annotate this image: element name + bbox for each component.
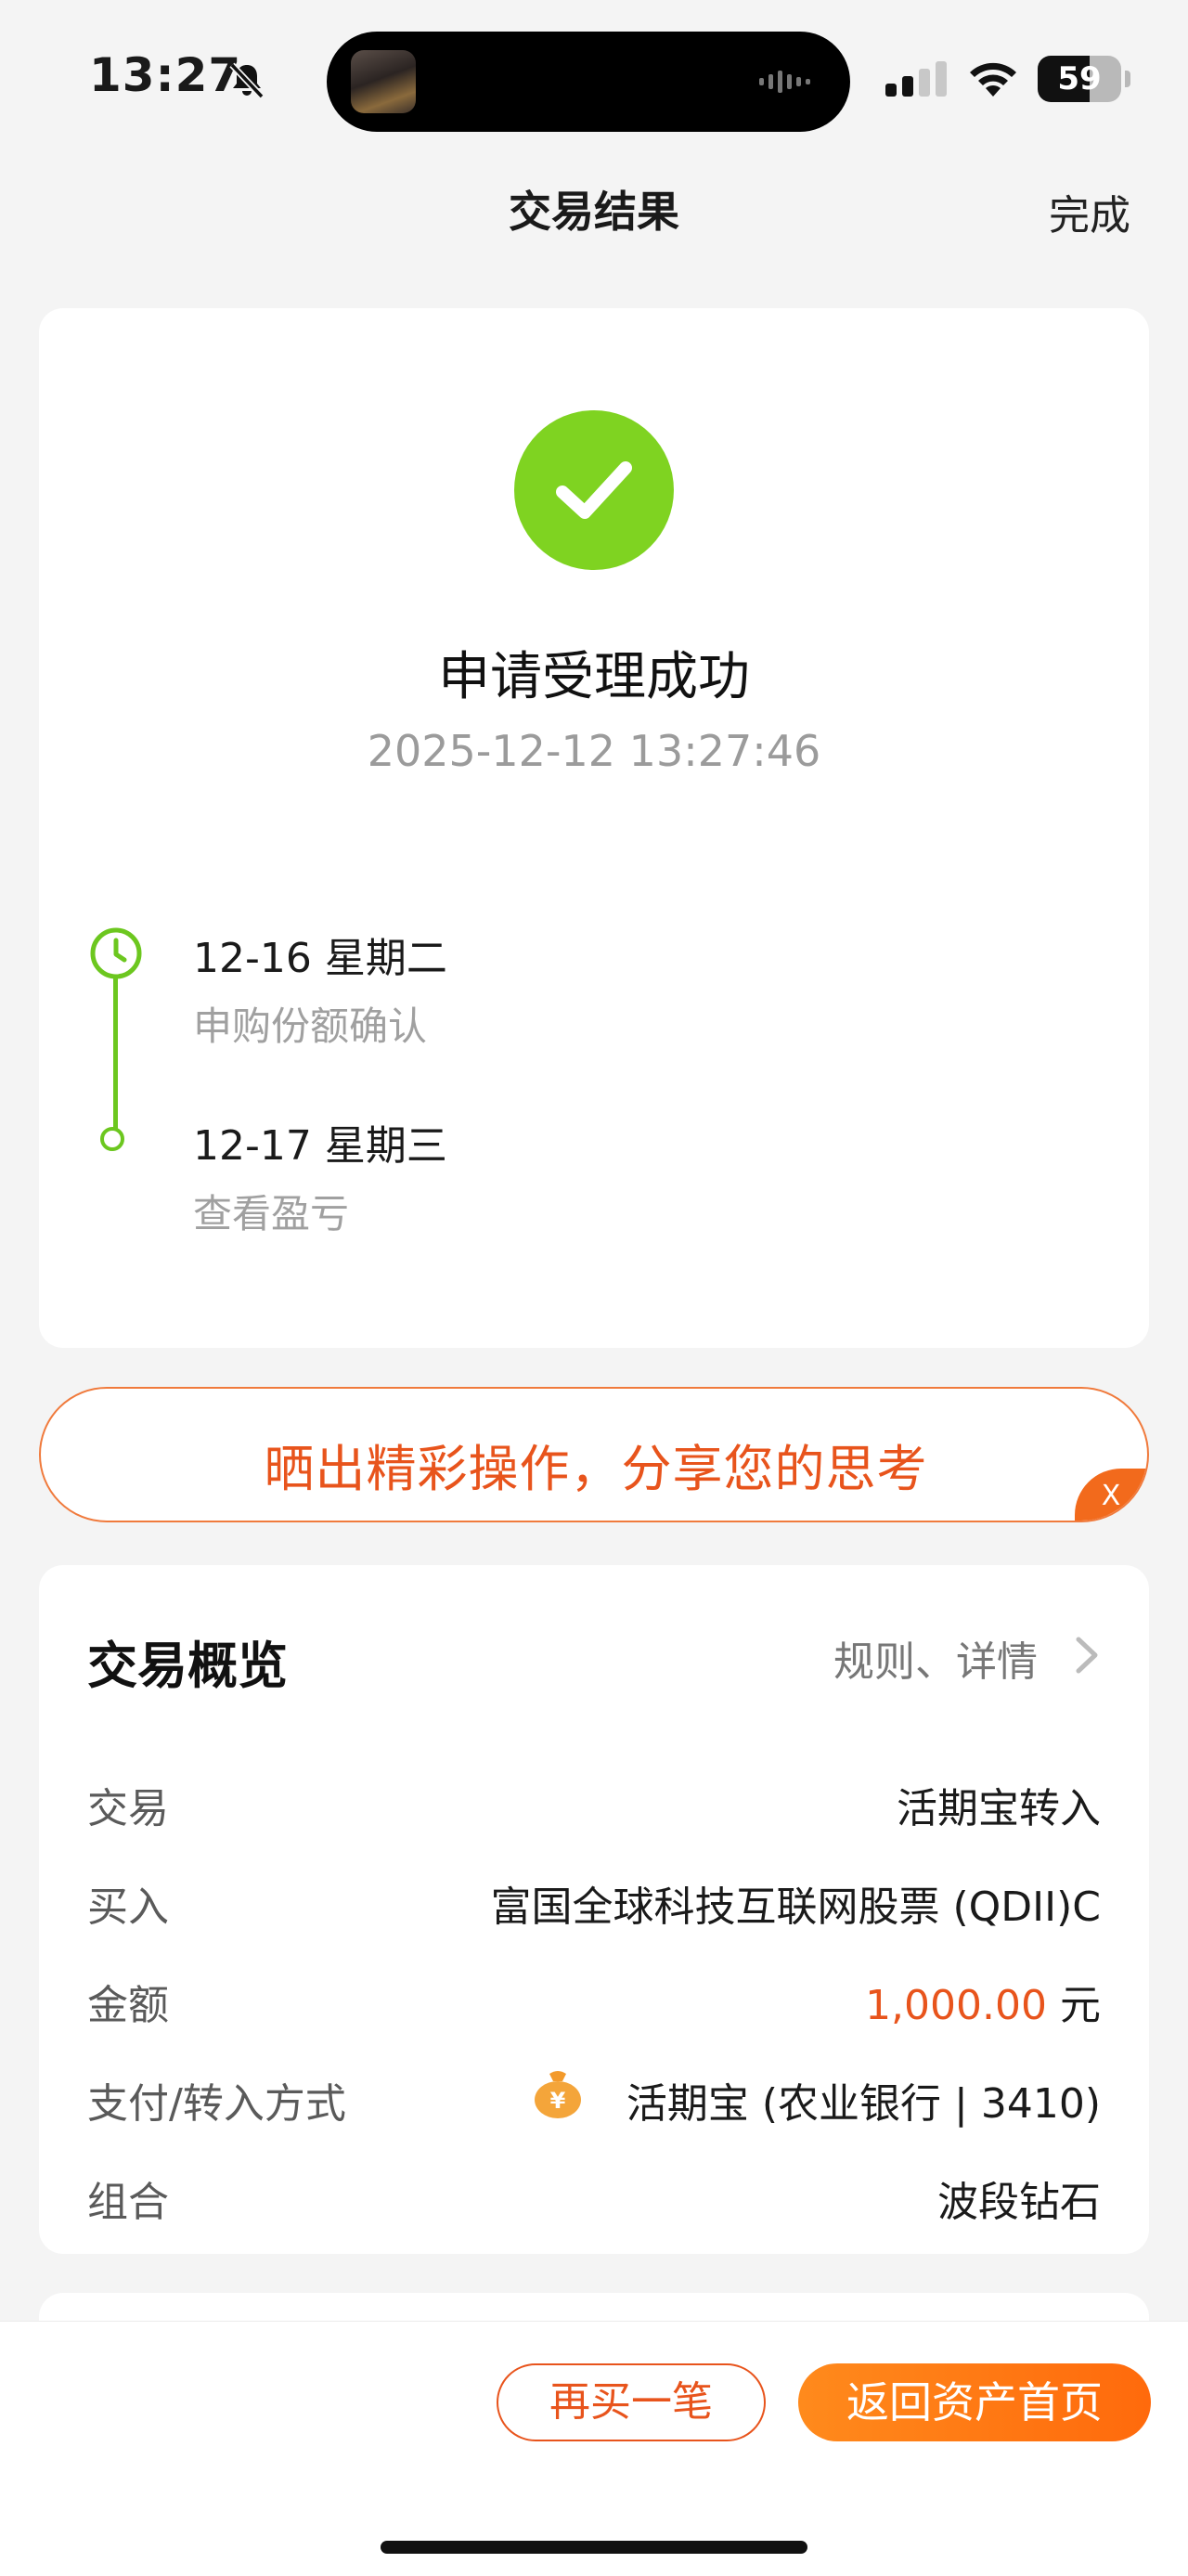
check-circle-icon (514, 410, 674, 570)
share-text: 晒出精彩操作，分享您的思考 (264, 1440, 928, 1498)
result-timestamp: 2025-12-12 13:27:46 (367, 726, 821, 776)
step-date: 12-16 星期二 (193, 935, 447, 982)
step-date: 12-17 星期三 (193, 1122, 447, 1170)
back-to-assets-button[interactable]: 返回资产首页 (798, 2363, 1151, 2441)
step-desc: 申购份额确认 (193, 1003, 428, 1049)
portfolio-label: 组合 (87, 2179, 169, 2226)
step-desc: 查看盈亏 (193, 1191, 350, 1236)
status-bar: 13:27 59 (0, 0, 1188, 158)
timeline-dot (100, 1127, 124, 1151)
result-title: 申请受理成功 (438, 647, 750, 707)
amount-value: 1,000.00 元 (865, 1972, 1101, 2031)
audio-wave-icon (759, 71, 810, 93)
result-card: 申请受理成功 2025-12-12 13:27:46 12-16 星期二 申购份… (39, 308, 1149, 1348)
portfolio-value: 波段钻石 (937, 2179, 1101, 2226)
chevron-right-icon[interactable] (1073, 1634, 1101, 1676)
money-bag-icon: ¥ (535, 2071, 581, 2118)
rules-details-link[interactable]: 规则、详情 (833, 1628, 1038, 1688)
amount-number: 1,000.00 (865, 1982, 1047, 2029)
buy-again-button[interactable]: 再买一笔 (497, 2363, 766, 2441)
bell-muted-icon (229, 62, 265, 99)
payment-method-value: 活期宝 (农业银行 | 3410) (626, 2080, 1101, 2128)
done-button[interactable]: 完成 (1049, 182, 1130, 241)
now-playing-thumbnail (351, 50, 416, 113)
svg-text:¥: ¥ (550, 2088, 566, 2114)
battery-tip (1125, 71, 1130, 87)
trade-type-label: 交易 (87, 1785, 169, 1832)
home-indicator (381, 2541, 807, 2554)
share-banner[interactable]: 晒出精彩操作，分享您的思考 X (39, 1387, 1149, 1522)
payment-method-label: 支付/转入方式 (87, 2080, 346, 2128)
buy-label: 买入 (87, 1883, 169, 1931)
timeline-line (113, 958, 118, 1144)
battery-icon: 59 (1038, 56, 1121, 102)
trade-overview-card: 交易概览 规则、详情 交易 活期宝转入 买入 富国全球科技互联网股票 (QDII… (39, 1565, 1149, 2254)
bottom-action-bar: 再买一笔 返回资产首页 (0, 2321, 1188, 2576)
trade-type-value: 活期宝转入 (897, 1785, 1101, 1832)
amount-label: 金额 (87, 1982, 169, 2029)
signal-icon (885, 61, 947, 97)
clock-icon (90, 927, 142, 979)
page-title: 交易结果 (509, 187, 679, 237)
status-time: 13:27 (89, 48, 242, 102)
wifi-icon (970, 62, 1016, 97)
amount-unit: 元 (1060, 1982, 1101, 2029)
dynamic-island (327, 32, 850, 132)
overview-title: 交易概览 (87, 1637, 288, 1695)
fund-name-value: 富国全球科技互联网股票 (QDII)C (490, 1883, 1101, 1931)
